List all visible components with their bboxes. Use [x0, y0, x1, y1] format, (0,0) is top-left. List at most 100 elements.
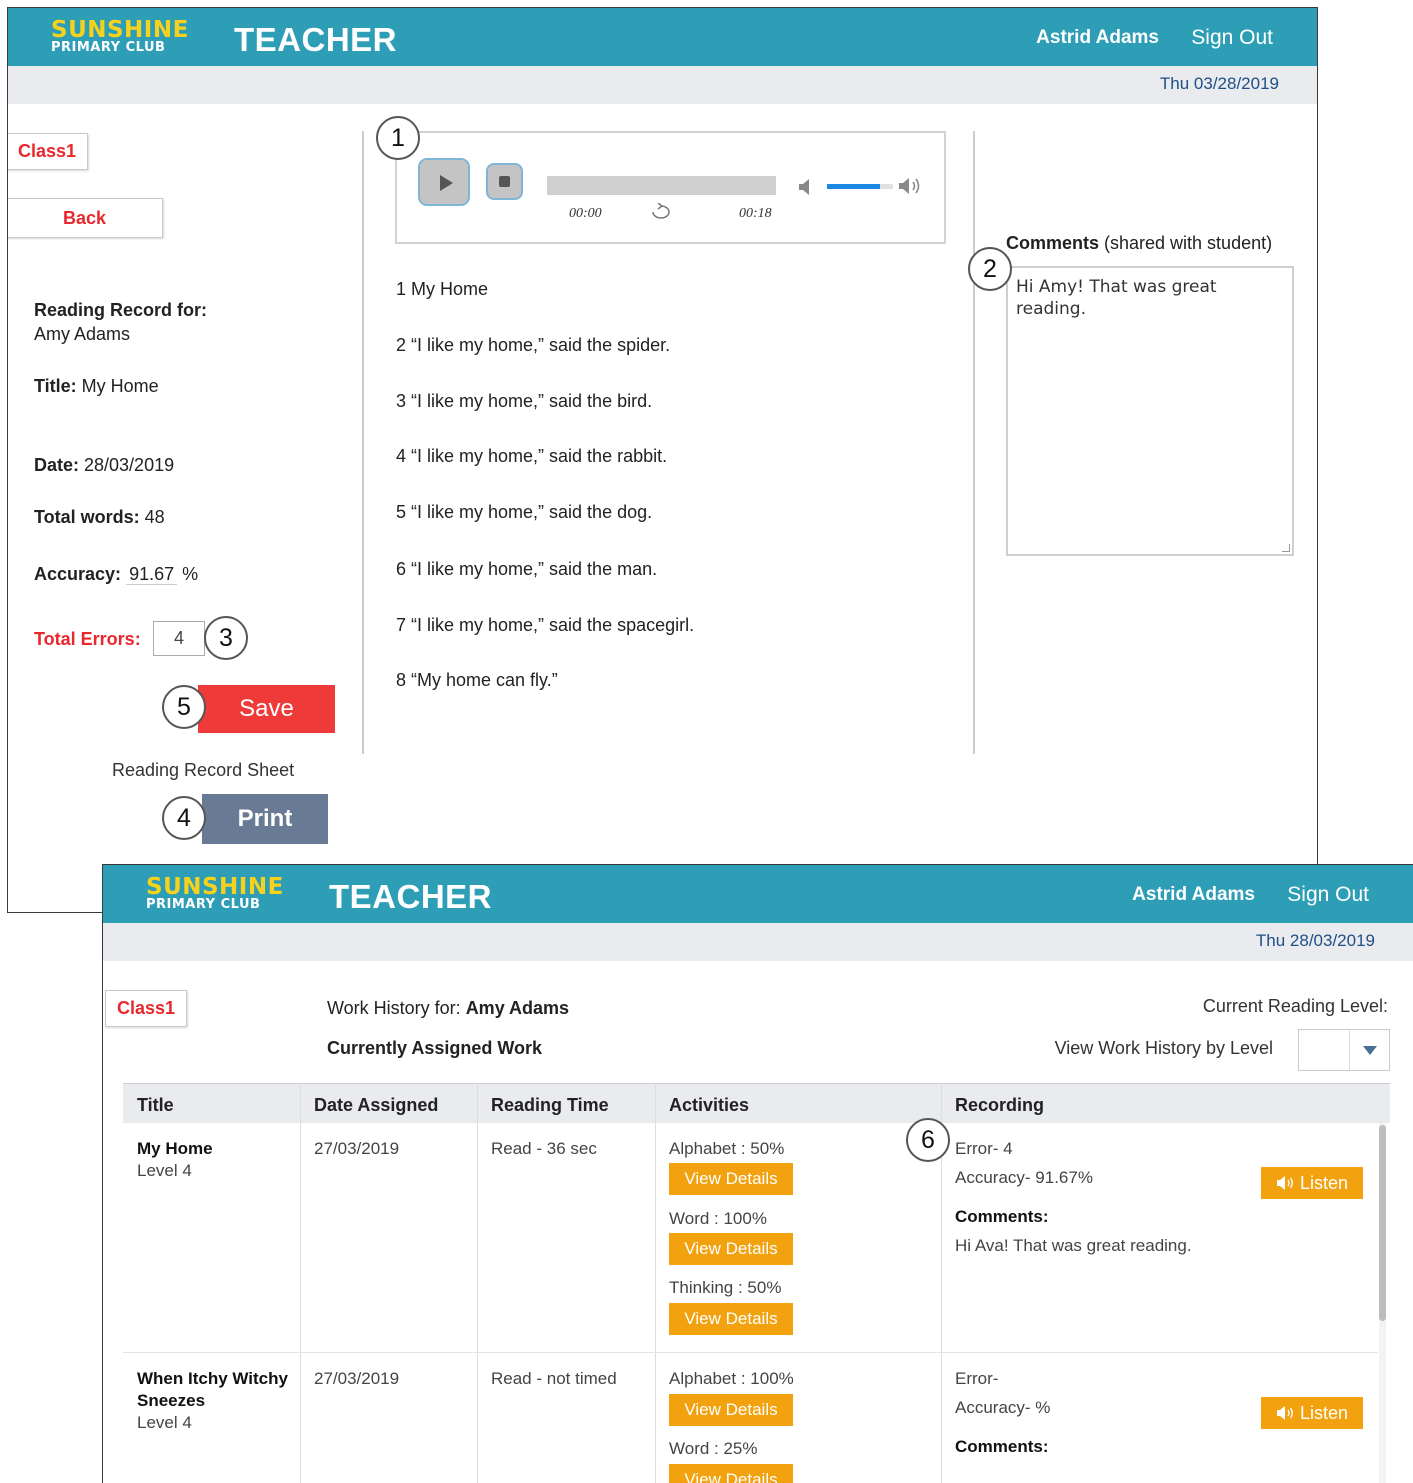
class1-button[interactable]: Class1	[105, 990, 188, 1027]
row2-comments-label: Comments:	[955, 1437, 1049, 1456]
col-title: Title	[137, 1095, 174, 1115]
select-divider	[1349, 1030, 1350, 1070]
logo-line1: SUNSHINE	[51, 17, 189, 43]
col-activities: Activities	[669, 1095, 750, 1115]
row2-title: When Itchy Witchy Sneezes	[137, 1369, 288, 1410]
user-name: Astrid Adams	[1132, 884, 1255, 905]
stop-icon[interactable]	[486, 163, 523, 200]
user-name: Astrid Adams	[1036, 27, 1159, 48]
view-details-button[interactable]: View Details	[669, 1464, 793, 1483]
sign-out-link[interactable]: Sign Out	[1287, 883, 1369, 907]
story-line: 1 My Home	[396, 279, 489, 299]
callout-badge-3: 3	[204, 616, 248, 660]
title-field: Title: My Home	[34, 376, 159, 396]
current-reading-level-label: Current Reading Level:	[1202, 996, 1388, 1016]
replay-icon[interactable]	[648, 203, 674, 221]
divider-left	[362, 131, 364, 754]
back-button[interactable]: Back	[8, 198, 163, 238]
story-line: 8 “My home can fly.”	[396, 670, 558, 690]
story-line: 7 “I like my home,” said the spacegirl.	[396, 615, 695, 635]
date-bar: Thu 03/28/2019	[8, 66, 1317, 104]
view-details-button[interactable]: View Details	[669, 1163, 793, 1195]
sign-out-link[interactable]: Sign Out	[1191, 26, 1273, 50]
row1-date: 27/03/2019	[314, 1139, 400, 1158]
app-title: TEACHER	[329, 878, 493, 915]
volume-level	[827, 184, 880, 189]
table-scrollbar[interactable]	[1379, 1123, 1386, 1483]
level-select[interactable]	[1298, 1029, 1390, 1071]
audio-current-time: 00:00	[569, 206, 602, 221]
volume-high-icon[interactable]	[897, 175, 925, 197]
view-by-level-label: View Work History by Level	[1054, 1038, 1273, 1058]
view-details-button[interactable]: View Details	[669, 1394, 793, 1426]
story-line: 6 “I like my home,” said the man.	[396, 559, 658, 579]
row2-activity-word: Word : 25%	[669, 1439, 758, 1458]
row2-level: Level 4	[137, 1413, 192, 1432]
audio-progress-bar[interactable]	[547, 176, 776, 195]
row1-level: Level 4	[137, 1161, 192, 1180]
listen-button[interactable]: Listen	[1261, 1397, 1363, 1429]
listen-button[interactable]: Listen	[1261, 1167, 1363, 1199]
audio-duration: 00:18	[739, 206, 772, 221]
print-button[interactable]: Print	[202, 794, 328, 844]
story-line: 4 “I like my home,” said the rabbit.	[396, 446, 668, 466]
speaker-icon	[1276, 1176, 1293, 1190]
play-icon[interactable]	[418, 158, 470, 206]
row2-activity-alphabet: Alphabet : 100%	[669, 1369, 794, 1388]
story-line: 3 “I like my home,” said the bird.	[396, 391, 653, 411]
date-field: Date: 28/03/2019	[34, 455, 175, 475]
view-details-button[interactable]: View Details	[669, 1233, 793, 1265]
row2-error: Error-	[955, 1369, 999, 1388]
save-button[interactable]: Save	[198, 685, 335, 733]
total-errors-input[interactable]: 4	[153, 621, 205, 656]
current-date: Thu 28/03/2019	[1255, 931, 1375, 950]
row2-reading-time: Read - not timed	[491, 1369, 617, 1388]
sunshine-logo: SUNSHINE PRIMARY CLUB	[146, 876, 284, 912]
accuracy-value: 91.67	[126, 564, 178, 585]
class1-button[interactable]: Class1	[8, 133, 89, 170]
work-history-window: SUNSHINE PRIMARY CLUB TEACHER Astrid Ada…	[102, 864, 1413, 1483]
scrollbar-thumb[interactable]	[1379, 1125, 1386, 1321]
total-words-field: Total words: 48	[34, 507, 165, 527]
work-history-heading: Work History for: Amy Adams	[327, 998, 570, 1018]
reading-record-for-label: Reading Record for:	[34, 300, 208, 320]
row1-activity-word: Word : 100%	[669, 1209, 767, 1228]
app-title: TEACHER	[234, 21, 398, 58]
col-divider	[300, 1083, 301, 1483]
total-errors-label: Total Errors:	[34, 629, 141, 649]
reading-record-sheet-label: Reading Record Sheet	[112, 760, 295, 780]
volume-low-icon[interactable]	[797, 177, 815, 197]
reading-record-window: SUNSHINE PRIMARY CLUB TEACHER Astrid Ada…	[7, 7, 1318, 913]
comments-text: Hi Amy! That was great reading.	[1016, 277, 1217, 319]
col-divider	[655, 1083, 656, 1483]
assigned-work-heading: Currently Assigned Work	[327, 1038, 543, 1058]
table-header: Title Date Assigned Reading Time Activit…	[123, 1083, 1390, 1123]
row1-activity-thinking: Thinking : 50%	[669, 1278, 782, 1297]
date-bar: Thu 28/03/2019	[103, 923, 1413, 961]
story-line: 5 “I like my home,” said the dog.	[396, 502, 653, 522]
resize-handle-icon[interactable]	[1282, 544, 1290, 552]
student-name: Amy Adams	[465, 998, 570, 1018]
row1-comments: Hi Ava! That was great reading.	[955, 1236, 1192, 1255]
comments-label: Comments (shared with student)	[1006, 233, 1273, 253]
row2-accuracy: Accuracy- %	[955, 1398, 1051, 1417]
row1-accuracy: Accuracy- 91.67%	[955, 1168, 1093, 1187]
sunshine-logo: SUNSHINE PRIMARY CLUB	[51, 17, 189, 55]
col-date-assigned: Date Assigned	[314, 1095, 439, 1115]
row1-reading-time: Read - 36 sec	[491, 1139, 597, 1158]
row1-error: Error- 4	[955, 1139, 1013, 1158]
col-reading-time: Reading Time	[491, 1095, 609, 1115]
story-line: 2 “I like my home,” said the spider.	[396, 335, 671, 355]
comments-textarea[interactable]: Hi Amy! That was great reading.	[1006, 266, 1294, 556]
row1-title: My Home	[137, 1139, 213, 1158]
current-date: Thu 03/28/2019	[1159, 74, 1279, 93]
volume-slider[interactable]	[827, 184, 893, 189]
callout-badge-1: 1	[376, 116, 420, 160]
app-header: SUNSHINE PRIMARY CLUB TEACHER Astrid Ada…	[8, 8, 1317, 66]
view-details-button[interactable]: View Details	[669, 1303, 793, 1335]
callout-badge-5: 5	[162, 685, 206, 729]
student-name: Amy Adams	[34, 324, 131, 344]
row2-date: 27/03/2019	[314, 1369, 400, 1388]
col-divider	[477, 1083, 478, 1483]
col-recording: Recording	[955, 1095, 1045, 1115]
